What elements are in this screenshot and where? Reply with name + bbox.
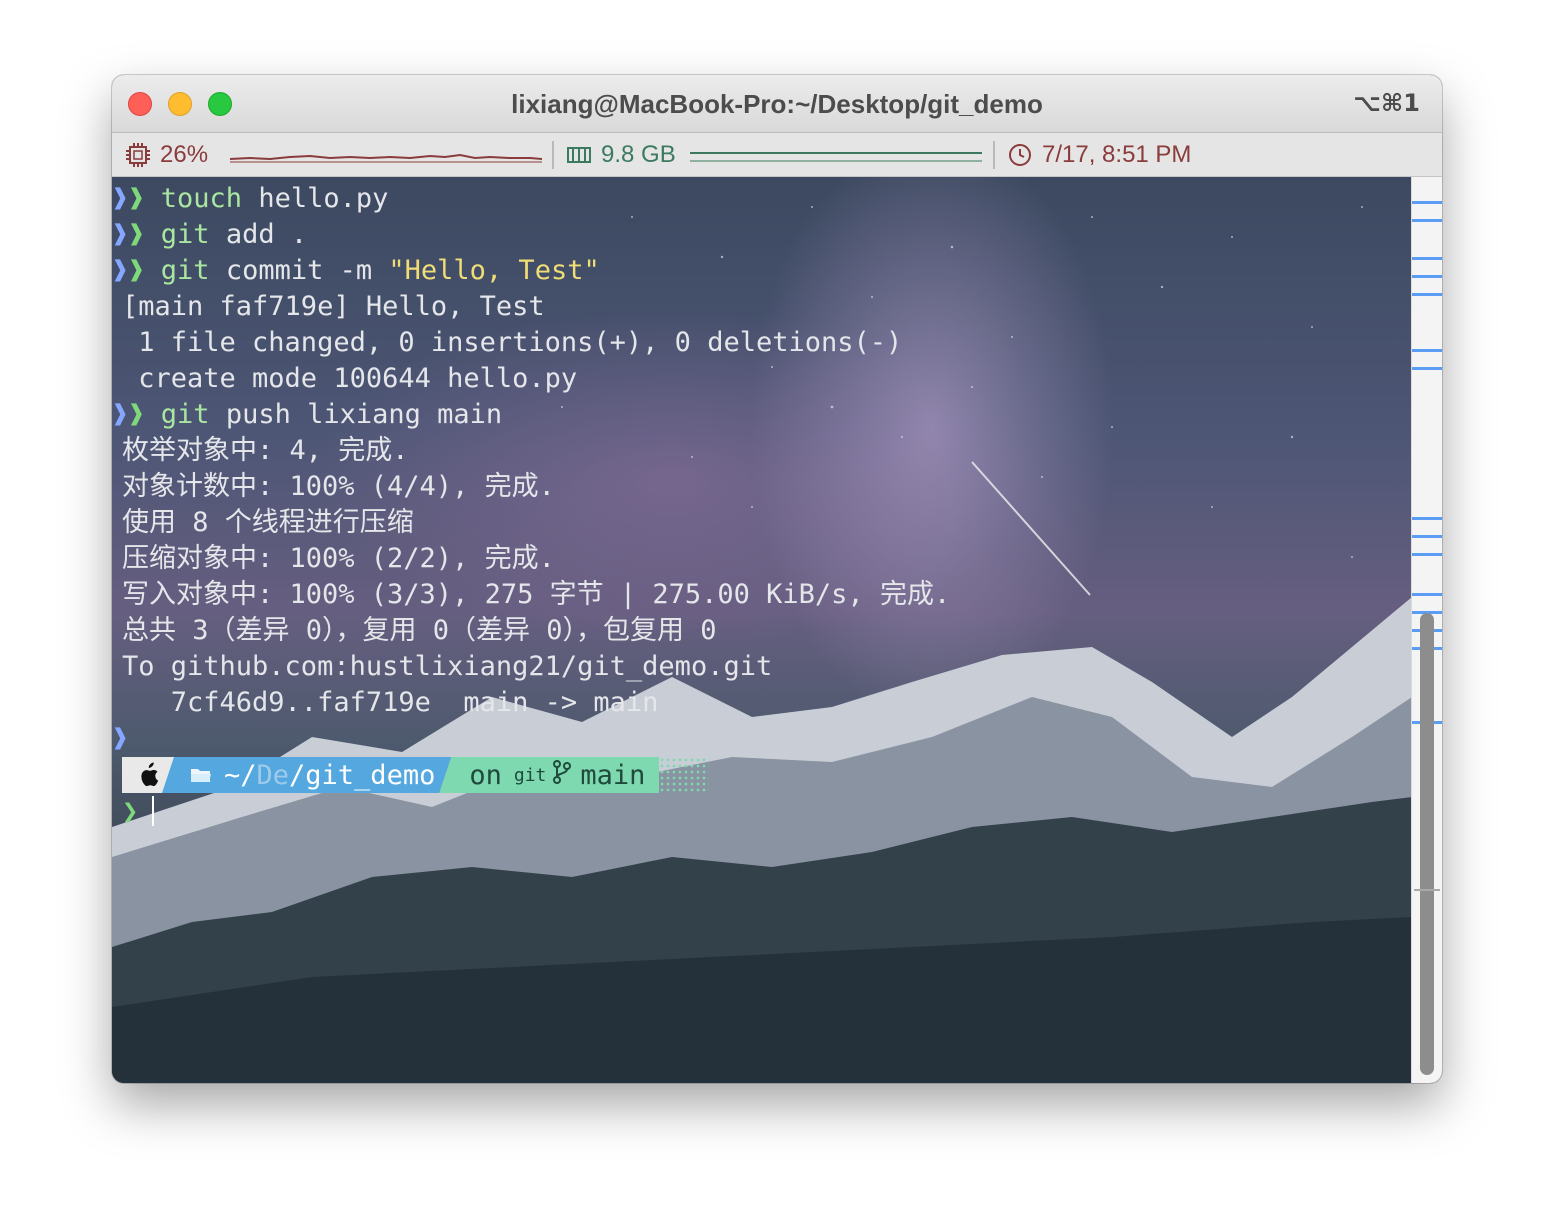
prompt-symbol: ❯ (122, 795, 139, 827)
output-text: 使用 8 个线程进行压缩 (122, 507, 414, 538)
path-abbrev: De (256, 759, 290, 791)
window-title: lixiang@MacBook-Pro:~/Desktop/git_demo (511, 89, 1043, 119)
memory-sparkline (690, 152, 982, 162)
status-divider (993, 141, 995, 169)
output-text: [main faf719e] Hello, Test (122, 291, 545, 322)
command-name: git (160, 219, 210, 250)
scroll-mark (1412, 553, 1442, 556)
prompt-arrow: ❱❱ (112, 219, 161, 250)
command-line: ❱❱ git add . (112, 217, 1412, 253)
command-line: ❱❱ git push lixiang main (112, 397, 1412, 433)
folder-icon (190, 760, 212, 791)
scroll-mark (1412, 535, 1442, 538)
terminal-output: ❱❱ touch hello.py ❱❱ git add . ❱❱ git comm… (112, 181, 1412, 757)
prompt-segments: ~/De/git_demo on git main (122, 757, 710, 793)
output-line: 对象计数中: 100% (4/4), 完成. (112, 469, 1412, 505)
prompt-arrow: ❱❱ (112, 183, 161, 214)
title-bar[interactable]: lixiang@MacBook-Pro:~/Desktop/git_demo ⌥… (112, 75, 1442, 133)
status-bar: 26% 9.8 GB 7/17, 8:51 PM (112, 133, 1442, 177)
output-text: 写入对象中: 100% (3/3), 275 字节 | 275.00 KiB/s… (122, 579, 951, 610)
output-line: 使用 8 个线程进行压缩 (112, 505, 1412, 541)
output-text: 枚举对象中: 4, 完成. (122, 435, 409, 466)
clock-value: 7/17, 8:51 PM (1042, 141, 1192, 168)
output-text: 1 file changed, 0 insertions(+), 0 delet… (122, 327, 903, 358)
clock-status[interactable]: 7/17, 8:51 PM (1008, 141, 1191, 169)
scroll-mark (1412, 257, 1442, 260)
output-line: To github.com:hustlixiang21/git_demo.git (112, 649, 1412, 685)
prompt-git-segment: on git main (439, 757, 660, 793)
git-label: git (513, 764, 547, 786)
command-line: ❱❱ touch hello.py (112, 181, 1412, 217)
output-line: [main faf719e] Hello, Test (112, 289, 1412, 325)
memory-icon (567, 143, 591, 167)
output-text: 总共 3（差异 0），复用 0（差异 0），包复用 0 (122, 615, 717, 646)
git-on-label: on (469, 759, 502, 791)
git-branch-name: main (580, 759, 646, 791)
scroll-position-tick (1414, 889, 1440, 891)
scroll-mark (1412, 219, 1442, 222)
scroll-mark (1412, 367, 1442, 370)
scroll-mark (1412, 275, 1442, 278)
clock-icon (1008, 143, 1032, 167)
command-name: git (160, 399, 210, 430)
output-line: 枚举对象中: 4, 完成. (112, 433, 1412, 469)
output-text: 7cf46d9..faf719e main -> main (122, 687, 659, 718)
scroll-thumb[interactable] (1420, 613, 1434, 1075)
command-args: commit -m (225, 255, 389, 286)
cpu-sparkline (230, 153, 542, 163)
path-home: ~/ (224, 759, 257, 791)
command-args: push lixiang main (225, 399, 503, 430)
scroll-mark (1412, 517, 1442, 520)
output-line: 7cf46d9..faf719e main -> main (112, 685, 1412, 721)
prompt-tail-pattern (659, 757, 710, 793)
output-text: To github.com:hustlixiang21/git_demo.git (122, 651, 773, 682)
cpu-value: 26% (160, 141, 209, 168)
cpu-chip-icon (126, 143, 150, 167)
scroll-mark (1412, 293, 1442, 296)
output-line: 总共 3（差异 0），复用 0（差异 0），包复用 0 (112, 613, 1412, 649)
command-args: add . (225, 219, 308, 250)
path-current: /git_demo (289, 759, 436, 791)
status-divider (552, 141, 554, 169)
empty-prompt-line: ❱ (112, 721, 1412, 757)
command-string-arg: "Hello, Test" (388, 255, 600, 286)
output-text: 对象计数中: 100% (4/4), 完成. (122, 471, 555, 502)
terminal-pane[interactable]: ❱❱ touch hello.py ❱❱ git add . ❱❱ git comm… (112, 177, 1412, 1083)
command-name: git (160, 255, 210, 286)
output-line: 1 file changed, 0 insertions(+), 0 delet… (112, 325, 1412, 361)
terminal-window: lixiang@MacBook-Pro:~/Desktop/git_demo ⌥… (112, 75, 1442, 1083)
prompt-arrow: ❱❱ (112, 255, 161, 286)
input-line[interactable]: ❯ (122, 793, 155, 829)
scroll-mark (1412, 349, 1442, 352)
output-line: 压缩对象中: 100% (2/2), 完成. (112, 541, 1412, 577)
command-name: touch (160, 183, 243, 214)
prompt-arrow: ❱ (112, 723, 129, 754)
scrollbar[interactable] (1411, 177, 1442, 1083)
output-text: 压缩对象中: 100% (2/2), 完成. (122, 543, 555, 574)
cpu-status[interactable]: 26% (126, 141, 208, 169)
memory-value: 9.8 GB (601, 141, 676, 168)
prompt-directory-segment: ~/De/git_demo (162, 757, 451, 793)
output-line: 写入对象中: 100% (3/3), 275 字节 | 275.00 KiB/s… (112, 577, 1412, 613)
scroll-mark (1412, 201, 1442, 204)
window-shortcut: ⌥⌘1 (1353, 89, 1420, 117)
command-line: ❱❱ git commit -m "Hello, Test" (112, 253, 1412, 289)
prompt-arrow: ❱❱ (112, 399, 161, 430)
git-branch-icon (552, 759, 572, 792)
output-line: create mode 100644 hello.py (112, 361, 1412, 397)
command-args: hello.py (258, 183, 389, 214)
output-text: create mode 100644 hello.py (122, 363, 578, 394)
scroll-mark (1412, 593, 1442, 596)
memory-status[interactable]: 9.8 GB (567, 141, 676, 169)
text-cursor (152, 796, 155, 826)
